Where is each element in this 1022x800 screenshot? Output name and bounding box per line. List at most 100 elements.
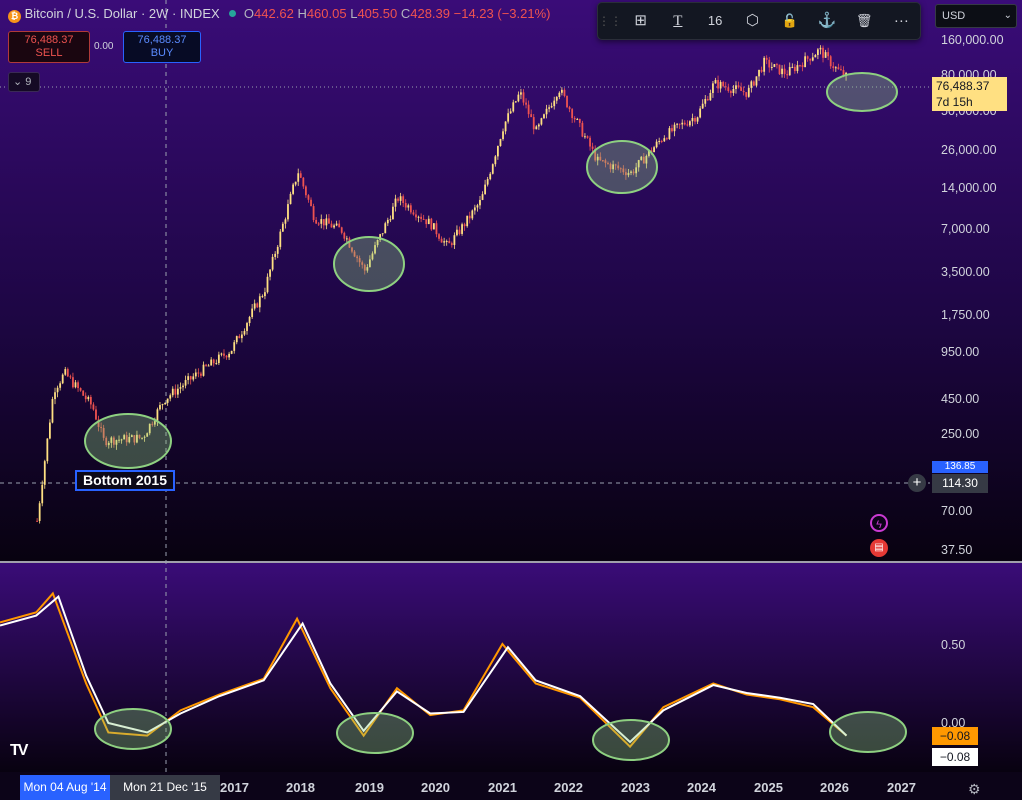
candle-body <box>271 256 274 270</box>
add-template-icon[interactable]: ⊞ <box>622 3 659 39</box>
chart-stage[interactable]: ₿ Bitcoin / U.S. Dollar · 2W · INDEX O44… <box>0 0 1022 800</box>
price-axis-label: 14,000.00 <box>941 181 997 195</box>
chart-canvas[interactable] <box>0 0 1022 800</box>
candle-body <box>448 241 451 244</box>
candle-body <box>177 388 179 395</box>
candle-body <box>166 398 169 403</box>
candle-body <box>737 85 740 88</box>
candle-body <box>791 66 794 68</box>
candle-body <box>205 364 207 366</box>
sell-button[interactable]: 76,488.37 SELL <box>8 31 90 63</box>
candle-body <box>189 376 192 380</box>
candle-body <box>422 218 425 220</box>
font-size-button[interactable]: 16 <box>697 3 734 39</box>
candle-body <box>38 503 41 521</box>
candle-body <box>330 223 333 228</box>
highlight-ellipse <box>826 72 898 112</box>
candle-body <box>801 65 804 68</box>
candle-body <box>686 124 689 126</box>
candle-body <box>689 121 691 126</box>
candle-body <box>294 181 297 185</box>
drag-handle-icon[interactable]: ⋮⋮ <box>598 3 622 39</box>
crosshair-price-tag: 114.30 <box>932 474 988 493</box>
bar-countdown: 7d 15h <box>936 95 973 109</box>
settings-icon[interactable]: ⚙ <box>968 781 981 798</box>
flash-icon[interactable]: ϟ <box>870 514 888 532</box>
candle-body <box>466 215 469 227</box>
add-alert-icon[interactable]: + <box>908 474 926 492</box>
candle-body <box>561 89 563 93</box>
candle-body <box>494 156 497 165</box>
symbol-title[interactable]: Bitcoin / U.S. Dollar · 2W · INDEX <box>25 6 220 21</box>
candle-body <box>174 388 177 395</box>
candle-body <box>806 56 809 59</box>
candle-body <box>156 409 159 422</box>
highlight-ellipse <box>94 708 172 750</box>
price-axis-label: 7,000.00 <box>941 222 990 236</box>
candle-body <box>169 395 172 399</box>
candle-body <box>197 372 200 374</box>
drawing-toolbar: ⋮⋮ ⊞ T 16 ⬡ 🔓 ⚓ 🗑 ··· <box>597 2 921 40</box>
trash-icon[interactable]: 🗑 <box>846 3 883 39</box>
last-price-tag: 76,488.37 7d 15h <box>932 77 1007 111</box>
candle-body <box>269 269 271 277</box>
candle-body <box>305 186 307 196</box>
settings-hex-icon[interactable]: ⬡ <box>734 3 771 39</box>
candle-body <box>473 207 476 211</box>
candle-body <box>793 66 796 72</box>
price-axis-label: 950.00 <box>941 345 980 359</box>
lock-icon[interactable]: 🔓 <box>771 3 808 39</box>
candle-body <box>481 194 484 200</box>
candle-body <box>443 241 446 243</box>
candle-body <box>522 92 525 103</box>
candle-body <box>732 89 735 94</box>
candle-body <box>159 405 161 410</box>
candle-body <box>61 374 64 384</box>
candle-body <box>571 109 574 119</box>
bottom-2015-label[interactable]: Bottom 2015 <box>75 470 175 491</box>
candle-body <box>568 107 571 110</box>
candle-body <box>161 404 164 406</box>
candle-body <box>266 276 269 293</box>
highlight-ellipse <box>586 140 658 194</box>
time-axis-label: 2019 <box>355 780 384 795</box>
crosshair-date-end: Mon 21 Dec '15 <box>110 775 220 800</box>
highlight-ellipse <box>84 413 172 469</box>
candle-body <box>194 372 197 377</box>
candle-body <box>59 383 62 388</box>
candle-body <box>471 210 474 219</box>
candle-body <box>758 69 760 77</box>
sell-label: SELL <box>35 47 63 59</box>
us-flag-icon[interactable]: ▤ <box>870 539 888 557</box>
candle-body <box>535 126 538 130</box>
candle-body <box>235 336 238 343</box>
candle-body <box>312 206 315 220</box>
candle-body <box>517 94 520 102</box>
candle-body <box>79 388 82 391</box>
high-value: 460.05 <box>306 6 347 21</box>
candle-body <box>817 49 819 55</box>
candle-body <box>824 52 827 58</box>
candle-body <box>238 336 241 339</box>
more-icon[interactable]: ··· <box>883 3 920 39</box>
currency-select[interactable]: USD ⌄ <box>935 4 1017 28</box>
tradingview-logo[interactable]: TV <box>10 742 29 760</box>
candle-body <box>56 387 59 393</box>
candle-body <box>760 69 763 72</box>
candle-body <box>220 353 223 355</box>
candle-body <box>765 57 768 60</box>
candle-body <box>537 124 540 127</box>
candle-body <box>333 225 335 228</box>
candle-body <box>694 117 696 122</box>
candle-body <box>415 214 417 218</box>
buy-button[interactable]: 76,488.37 BUY <box>123 31 201 63</box>
candle-body <box>427 218 430 225</box>
indicators-toggle[interactable]: ⌄ 9 <box>8 72 40 92</box>
candle-body <box>563 89 566 96</box>
candle-body <box>683 122 686 125</box>
anchor-icon[interactable]: ⚓ <box>808 3 845 39</box>
text-tool-icon[interactable]: T <box>659 3 696 39</box>
candle-body <box>440 238 443 243</box>
candle-body <box>719 81 722 89</box>
price-axis-label: 250.00 <box>941 427 980 441</box>
